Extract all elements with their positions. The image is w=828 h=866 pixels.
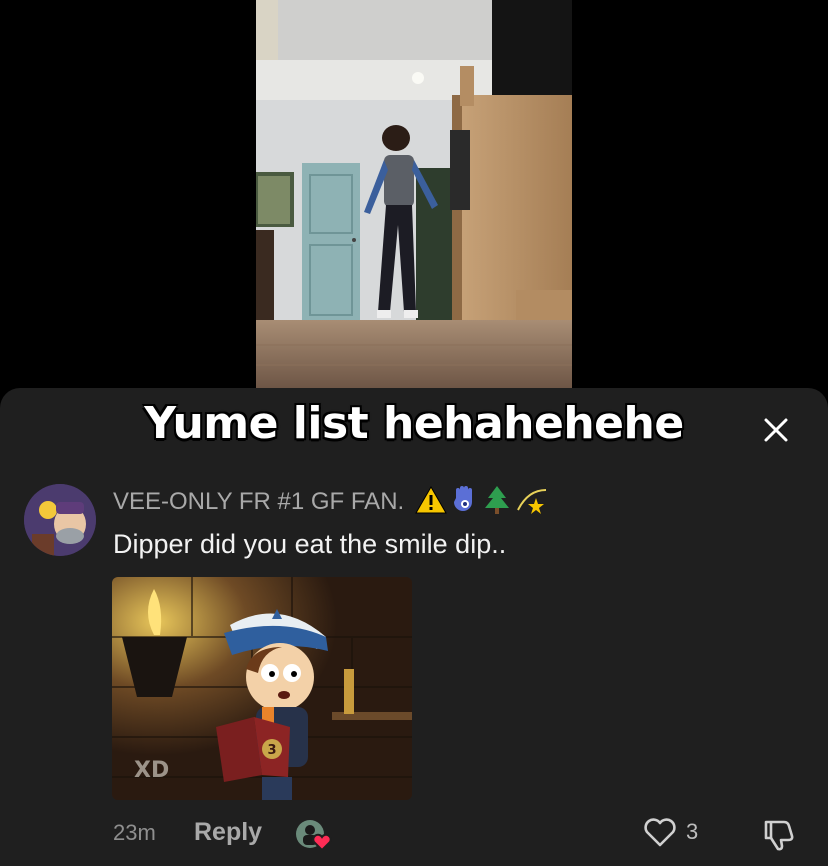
like-count: 3	[686, 819, 699, 844]
hamsa-icon	[450, 484, 480, 516]
comment-attached-image[interactable]: 3 XD	[112, 577, 412, 800]
dipper-cartoon-image: 3 XD	[112, 577, 412, 800]
book-number: 3	[267, 743, 276, 758]
xd-watermark: XD	[134, 758, 169, 783]
reply-button[interactable]: Reply	[194, 818, 262, 847]
comment-timestamp: 23m	[113, 820, 156, 845]
video-frame	[256, 0, 572, 388]
screen: Yume list hehahehehe VEE-ONLY FR #1 GF F…	[0, 0, 828, 866]
video-caption-overlay: Yume list hehahehehe	[144, 398, 684, 449]
avatar-image	[24, 484, 96, 556]
close-icon	[764, 418, 788, 442]
dizzy-star-icon	[514, 484, 550, 516]
heart-badge-icon	[312, 833, 332, 852]
avatar[interactable]	[24, 484, 96, 556]
close-button[interactable]	[758, 412, 794, 448]
video-player[interactable]	[256, 0, 572, 388]
heart-outline-icon	[644, 818, 676, 847]
like-button[interactable]: 3	[642, 816, 698, 848]
warning-icon	[414, 485, 448, 515]
comment-text: Dipper did you eat the smile dip..	[113, 529, 507, 559]
liked-by-creator-badge	[294, 818, 334, 852]
username-badges	[414, 484, 550, 516]
comment-username[interactable]: VEE-ONLY FR #1 GF FAN.	[113, 488, 404, 516]
thumbs-down-icon	[764, 820, 794, 851]
tree-icon	[482, 484, 512, 516]
dislike-button[interactable]	[760, 816, 796, 857]
